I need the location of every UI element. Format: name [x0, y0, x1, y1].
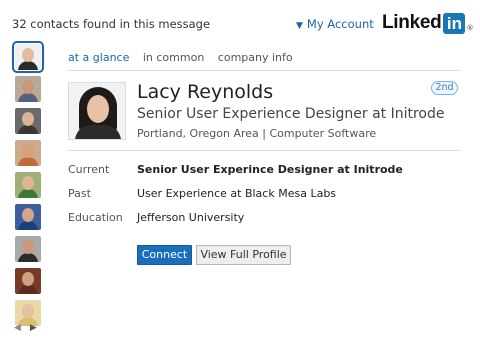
view-full-profile-button[interactable]: View Full Profile — [196, 245, 291, 265]
contact-avatar[interactable] — [15, 172, 41, 198]
profile-location: Portland, Oregon Area | Computer Softwar… — [137, 127, 377, 140]
tab-in-common[interactable]: in common — [143, 51, 204, 64]
linkedin-logo: Linked in ® — [382, 12, 473, 34]
my-account-label: My Account — [306, 17, 374, 31]
profile-divider — [68, 150, 460, 151]
contacts-found-text: 32 contacts found in this message — [12, 17, 211, 31]
education-label: Education — [68, 211, 123, 224]
profile-photo[interactable] — [68, 82, 126, 140]
logo-in-box: in — [443, 12, 466, 34]
caret-down-icon: ▼ — [296, 21, 303, 31]
profile-name[interactable]: Lacy Reynolds — [137, 81, 273, 103]
registered-mark: ® — [466, 24, 474, 32]
current-position: Senior User Experince Designer at Initro… — [137, 163, 403, 176]
contact-avatar[interactable] — [15, 108, 41, 134]
header-bar: 32 contacts found in this message ▼ My Ac… — [0, 0, 480, 44]
contact-avatar-list — [12, 41, 44, 332]
contact-avatar[interactable] — [15, 140, 41, 166]
next-page-icon[interactable]: ▶ — [30, 323, 37, 333]
education-value: Jefferson University — [137, 211, 245, 224]
contact-avatar[interactable] — [15, 204, 41, 230]
tab-company-info[interactable]: company info — [218, 51, 293, 64]
connection-degree-badge: 2nd — [431, 81, 458, 95]
past-label: Past — [68, 187, 91, 200]
profile-headline: Senior User Experience Designer at Initr… — [137, 106, 445, 122]
contact-avatar[interactable] — [15, 236, 41, 262]
my-account-menu[interactable]: ▼ My Account — [296, 17, 374, 31]
contact-avatar[interactable] — [15, 268, 41, 294]
tabs-divider — [68, 70, 460, 71]
logo-text: Linked — [382, 12, 442, 33]
contact-avatar[interactable] — [15, 76, 41, 102]
contact-avatar[interactable] — [12, 41, 44, 73]
connect-button[interactable]: Connect — [137, 245, 192, 265]
avatar-pager: ◀ ▶ — [14, 323, 46, 333]
profile-tabs: at a glance in common company info — [68, 51, 303, 64]
past-position: User Experience at Black Mesa Labs — [137, 187, 337, 200]
tab-at-a-glance[interactable]: at a glance — [68, 51, 129, 64]
current-label: Current — [68, 163, 110, 176]
previous-page-icon[interactable]: ◀ — [14, 323, 21, 333]
